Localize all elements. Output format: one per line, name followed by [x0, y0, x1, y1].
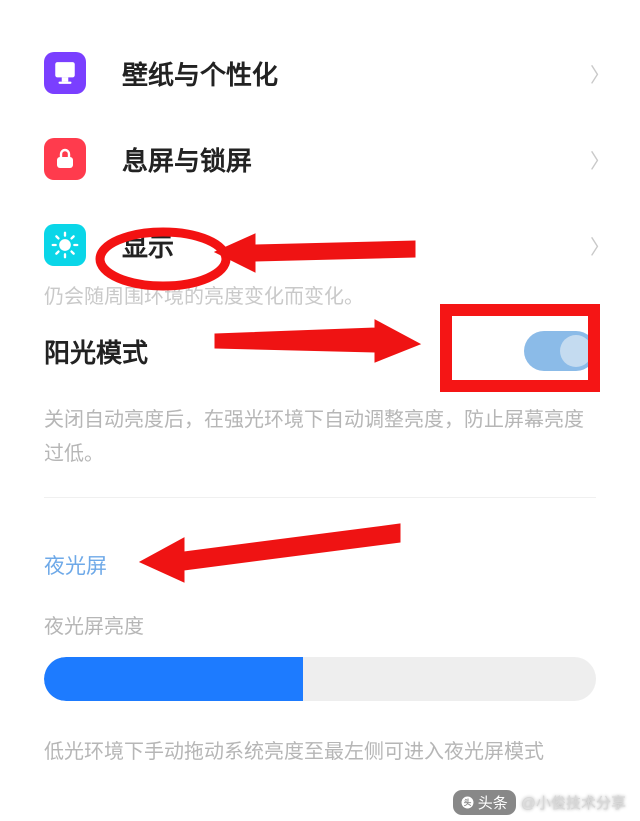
- setting-label: 息屏与锁屏: [122, 141, 590, 178]
- sunlight-mode-description: 关闭自动亮度后，在强光环境下自动调整亮度，防止屏幕亮度过低。: [0, 385, 640, 497]
- night-light-brightness-label: 夜光屏亮度: [0, 610, 640, 657]
- svg-text:头: 头: [463, 797, 471, 807]
- sunlight-mode-row: 阳光模式: [0, 317, 640, 385]
- chevron-right-icon: 〉: [590, 145, 610, 174]
- night-light-section-title: 夜光屏: [0, 498, 640, 610]
- setting-row-lockscreen[interactable]: 息屏与锁屏 〉: [0, 116, 640, 202]
- chevron-right-icon: 〉: [590, 231, 610, 260]
- display-icon: [44, 224, 86, 266]
- toggle-knob: [560, 335, 592, 367]
- setting-row-wallpaper[interactable]: 壁纸与个性化 〉: [0, 30, 640, 116]
- watermark-chip: 头 头条: [453, 790, 516, 815]
- night-light-description: 低光环境下手动拖动系统亮度至最左侧可进入夜光屏模式: [0, 723, 640, 764]
- wallpaper-icon: [44, 52, 86, 94]
- watermark: 头 头条 @小俊技术分享: [453, 790, 626, 815]
- chevron-right-icon: 〉: [590, 59, 610, 88]
- night-light-slider[interactable]: [44, 657, 596, 701]
- setting-label: 壁纸与个性化: [122, 55, 590, 92]
- settings-list: 壁纸与个性化 〉 息屏与锁屏 〉 显示 〉 仍会随周围环境的亮度变化而变化。 阳…: [0, 0, 640, 764]
- watermark-chip-label: 头条: [478, 792, 508, 813]
- sunlight-mode-label: 阳光模式: [44, 333, 148, 370]
- setting-row-display[interactable]: 显示 〉: [0, 202, 640, 278]
- lockscreen-icon: [44, 138, 86, 180]
- watermark-author: @小俊技术分享: [521, 792, 626, 813]
- slider-fill: [44, 657, 303, 701]
- sunlight-mode-toggle[interactable]: [524, 331, 596, 371]
- truncated-description: 仍会随周围环境的亮度变化而变化。: [0, 278, 640, 317]
- setting-label: 显示: [122, 227, 590, 264]
- night-light-slider-wrap: [0, 657, 640, 723]
